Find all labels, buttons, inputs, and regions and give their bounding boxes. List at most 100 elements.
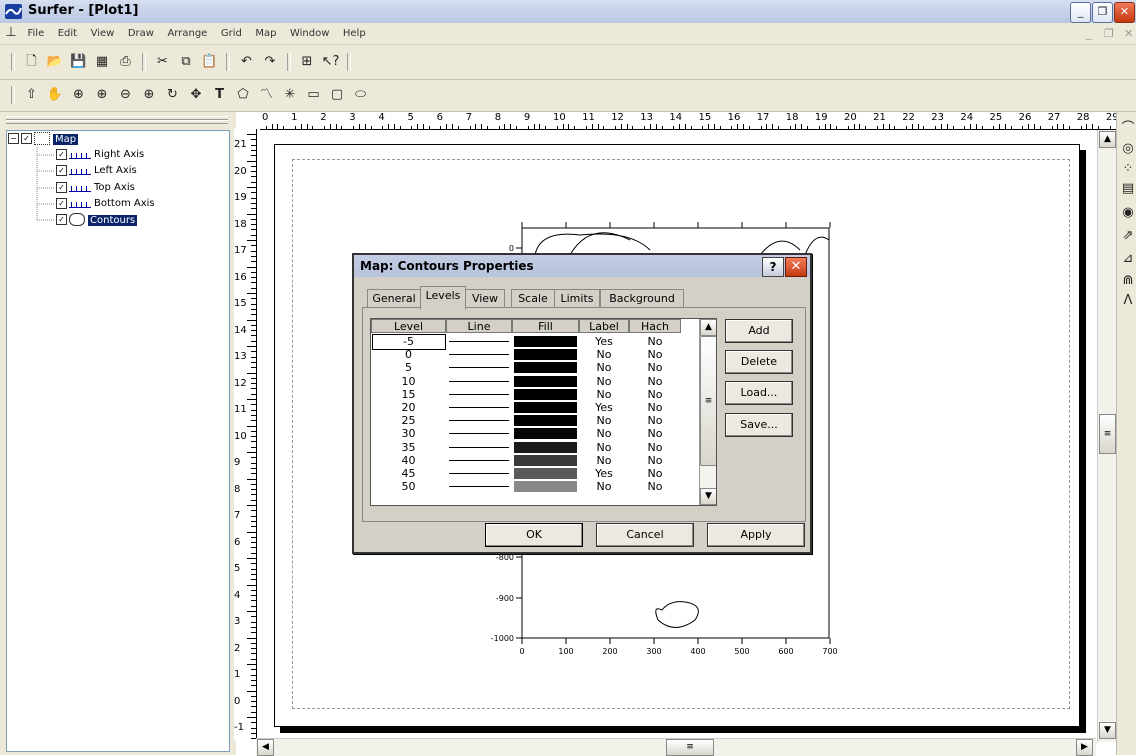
tab-levels[interactable]: Levels bbox=[420, 286, 466, 310]
fill-sample[interactable] bbox=[514, 428, 577, 440]
column-header-line[interactable]: Line bbox=[446, 319, 512, 333]
rounded-rect-tool-icon[interactable]: ▢ bbox=[328, 86, 346, 104]
tab-view[interactable]: View bbox=[465, 289, 505, 308]
hach-value[interactable]: No bbox=[629, 362, 681, 373]
label-value[interactable]: No bbox=[579, 349, 629, 360]
document-menu-icon[interactable]: ⊥ bbox=[4, 24, 18, 42]
copy-icon[interactable]: ⧉ bbox=[177, 53, 195, 71]
level-row[interactable]: 45 Yes No bbox=[371, 468, 699, 481]
label-value[interactable]: No bbox=[579, 481, 629, 492]
line-style-sample[interactable] bbox=[449, 420, 509, 422]
fill-sample[interactable] bbox=[514, 362, 577, 374]
hach-value[interactable]: No bbox=[629, 389, 681, 400]
text-tool-icon[interactable]: T bbox=[211, 86, 229, 104]
doc-minimize-icon[interactable]: _ bbox=[1086, 27, 1092, 40]
zoom-in-icon[interactable]: ⊕ bbox=[70, 86, 88, 104]
hach-value[interactable]: No bbox=[629, 336, 681, 347]
menu-arrange[interactable]: Arrange bbox=[162, 23, 212, 44]
level-row[interactable]: 25 No No bbox=[371, 415, 699, 428]
scroll-down-icon[interactable]: ▼ bbox=[1099, 722, 1116, 739]
tab-general[interactable]: General bbox=[367, 289, 421, 308]
level-row[interactable]: 35 No No bbox=[371, 441, 699, 455]
line-style-sample[interactable] bbox=[449, 380, 509, 382]
levels-grid[interactable]: Level Line Fill Label Hach -5 Yes No 0 No No 5… bbox=[370, 318, 717, 506]
menu-view[interactable]: View bbox=[86, 23, 120, 44]
hach-value[interactable]: No bbox=[629, 402, 681, 413]
line-style-sample[interactable] bbox=[449, 393, 509, 395]
help-button[interactable]: ? bbox=[762, 257, 784, 277]
line-style-sample[interactable] bbox=[449, 354, 509, 356]
close-icon[interactable]: ✕ bbox=[1114, 2, 1135, 23]
level-row[interactable]: 30 No No bbox=[371, 428, 699, 441]
menu-file[interactable]: File bbox=[23, 23, 50, 44]
bottom-axis-checkbox[interactable]: ✓ bbox=[56, 197, 67, 209]
fill-sample[interactable] bbox=[514, 349, 577, 361]
line-style-sample[interactable] bbox=[449, 473, 509, 474]
level-value[interactable]: 40 bbox=[371, 455, 446, 466]
column-header-label[interactable]: Label bbox=[579, 319, 629, 333]
hach-value[interactable]: No bbox=[629, 455, 681, 466]
label-value[interactable]: No bbox=[579, 415, 629, 426]
column-header-level[interactable]: Level bbox=[371, 319, 446, 333]
level-row[interactable]: 10 No No bbox=[371, 375, 699, 389]
grid-scroll-thumb[interactable]: ≡ bbox=[700, 336, 716, 466]
hach-value[interactable]: No bbox=[629, 376, 681, 387]
object-manager-icon[interactable]: ⊞ bbox=[298, 53, 316, 71]
save-button[interactable]: Save... bbox=[725, 413, 793, 437]
minimize-icon[interactable]: _ bbox=[1070, 2, 1091, 23]
label-value[interactable]: Yes bbox=[579, 402, 629, 413]
zoom-out-icon[interactable]: ⊖ bbox=[117, 86, 135, 104]
menu-grid[interactable]: Grid bbox=[216, 23, 247, 44]
image-map-icon[interactable]: ▤ bbox=[1119, 180, 1136, 198]
hach-value[interactable]: No bbox=[629, 349, 681, 360]
restore-icon[interactable]: ❐ bbox=[1092, 2, 1113, 23]
rotate-icon[interactable]: ↻ bbox=[164, 86, 182, 104]
level-value[interactable]: 30 bbox=[371, 428, 446, 439]
line-style-sample[interactable] bbox=[449, 341, 509, 342]
label-value[interactable]: No bbox=[579, 455, 629, 466]
label-value[interactable]: Yes bbox=[579, 336, 629, 347]
worksheet-icon[interactable]: ▦ bbox=[93, 53, 111, 71]
add-button[interactable]: Add bbox=[725, 319, 793, 343]
level-row[interactable]: -5 Yes No bbox=[371, 334, 699, 350]
tab-limits[interactable]: Limits bbox=[554, 289, 600, 308]
delete-button[interactable]: Delete bbox=[725, 350, 793, 374]
hach-value[interactable]: No bbox=[629, 415, 681, 426]
level-value[interactable]: 20 bbox=[371, 402, 446, 413]
menu-edit[interactable]: Edit bbox=[53, 23, 82, 44]
zoom-fit-icon[interactable]: ⊕ bbox=[140, 86, 158, 104]
pan-hand-icon[interactable]: ✋ bbox=[46, 86, 64, 104]
column-header-fill[interactable]: Fill bbox=[512, 319, 579, 333]
line-style-sample[interactable] bbox=[449, 486, 509, 488]
line-style-sample[interactable] bbox=[449, 433, 509, 435]
level-value[interactable]: 50 bbox=[371, 481, 446, 492]
menu-draw[interactable]: Draw bbox=[123, 23, 159, 44]
select-arrow-icon[interactable]: ⇧ bbox=[23, 86, 41, 104]
line-style-sample[interactable] bbox=[449, 367, 509, 369]
level-value[interactable]: 25 bbox=[371, 415, 446, 426]
tree-item-left-axis[interactable]: ✓ Left Axis bbox=[56, 164, 137, 178]
collapse-icon[interactable]: − bbox=[8, 133, 19, 144]
tree-item-right-axis[interactable]: ✓ Right Axis bbox=[56, 148, 144, 162]
polyline-tool-icon[interactable]: 〽 bbox=[258, 86, 276, 104]
fill-sample[interactable] bbox=[514, 454, 577, 466]
level-row[interactable]: 0 No No bbox=[371, 349, 699, 362]
line-style-sample[interactable] bbox=[449, 407, 509, 408]
reshape-icon[interactable]: ✥ bbox=[187, 86, 205, 104]
scroll-thumb[interactable]: ≡ bbox=[666, 739, 714, 756]
symbol-tool-icon[interactable]: ✳ bbox=[281, 86, 299, 104]
cancel-button[interactable]: Cancel bbox=[596, 523, 694, 547]
save-icon[interactable]: 💾 bbox=[70, 53, 88, 71]
label-value[interactable]: Yes bbox=[579, 468, 629, 479]
grid-vscrollbar[interactable]: ▲ ≡ ▼ bbox=[699, 319, 716, 505]
tab-background[interactable]: Background bbox=[600, 289, 684, 308]
fill-sample[interactable] bbox=[514, 415, 577, 427]
scroll-thumb[interactable]: ≡ bbox=[1099, 414, 1116, 454]
print-icon[interactable]: ⎙ bbox=[117, 53, 135, 71]
label-value[interactable]: No bbox=[579, 376, 629, 387]
rectangle-tool-icon[interactable]: ▭ bbox=[305, 86, 323, 104]
fill-sample[interactable] bbox=[514, 468, 577, 479]
polygon-tool-icon[interactable]: ⬠ bbox=[234, 86, 252, 104]
scroll-left-icon[interactable]: ◀ bbox=[257, 739, 274, 756]
level-value[interactable]: 10 bbox=[371, 376, 446, 387]
